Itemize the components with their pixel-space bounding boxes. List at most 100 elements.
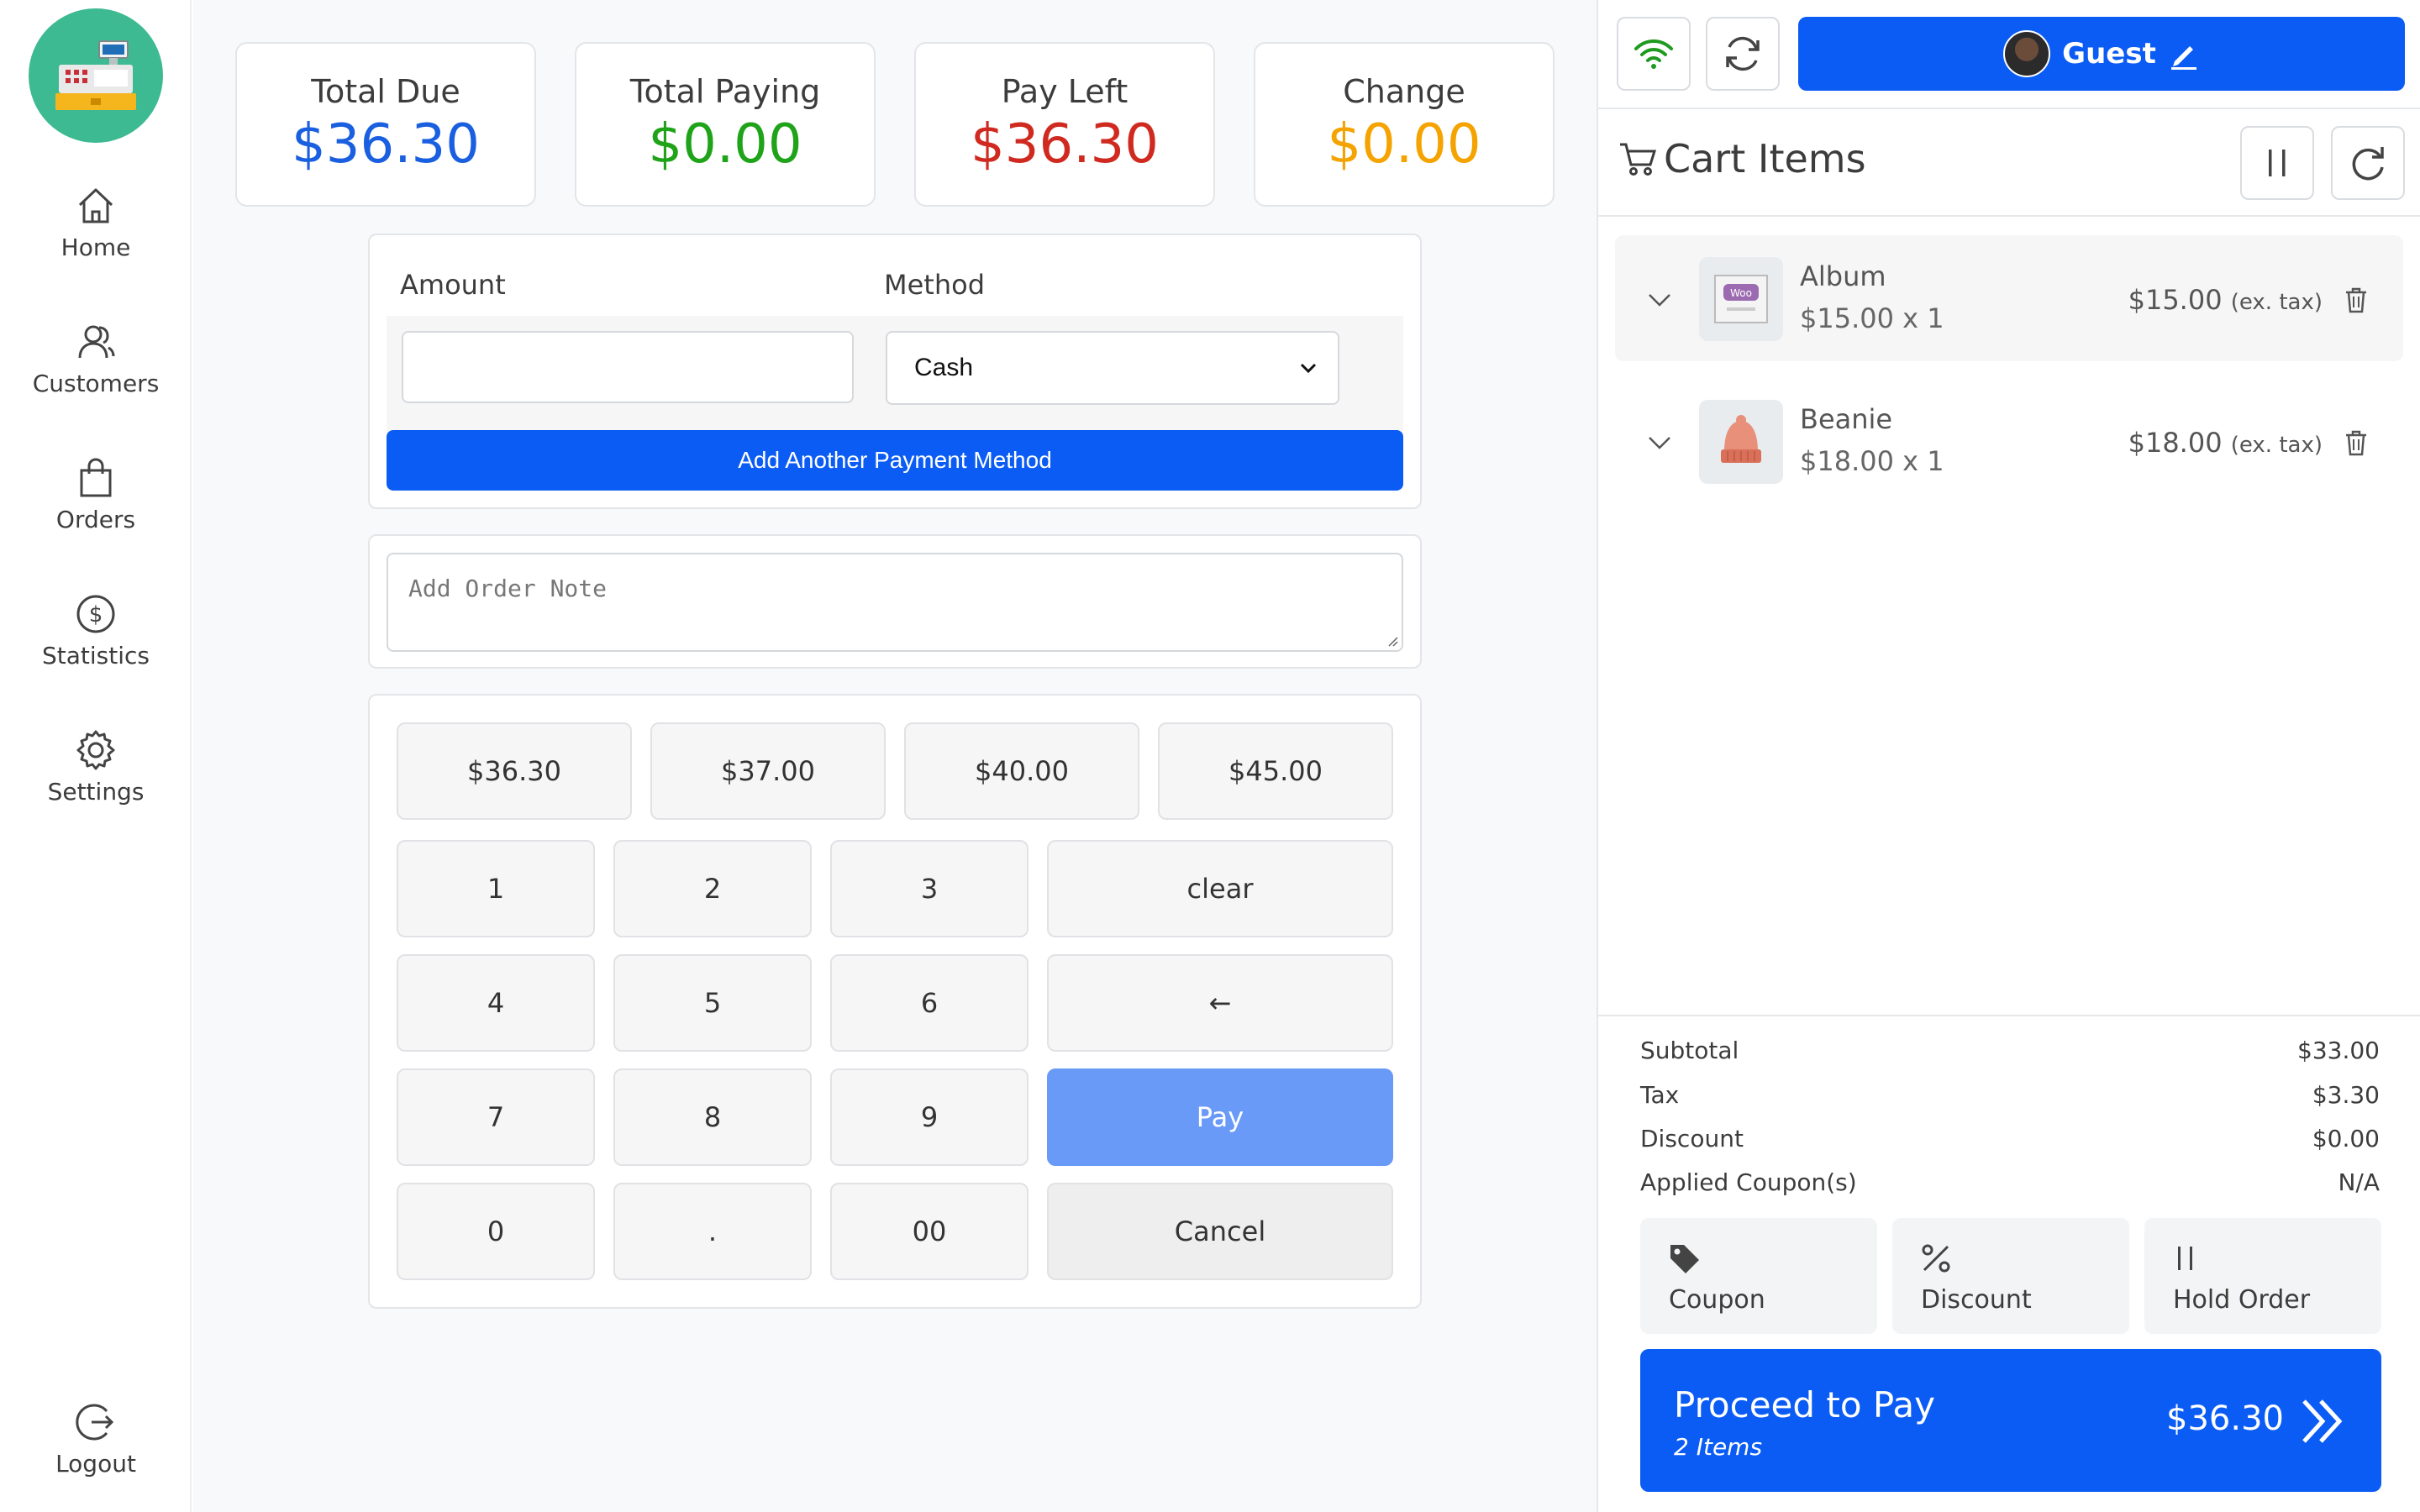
total-paying-label: Total Paying: [629, 73, 821, 110]
tax-value: $3.30: [2312, 1081, 2380, 1109]
change-label: Change: [1343, 73, 1465, 110]
nav-item-statistics[interactable]: $ Statistics: [0, 591, 192, 692]
key-1[interactable]: 1: [397, 840, 595, 937]
quick-amount-button[interactable]: $40.00: [904, 722, 1139, 820]
reset-cart-button[interactable]: [2331, 126, 2405, 200]
add-payment-method-button[interactable]: Add Another Payment Method: [387, 430, 1403, 491]
pencil-icon: [2170, 46, 2196, 70]
double-chevron-right-icon: [2302, 1399, 2343, 1443]
item-price: $15.00 (ex. tax): [2128, 284, 2323, 316]
item-quantity: $18.00 x 1: [1800, 445, 1944, 477]
subtotal-row: Subtotal $33.00: [1640, 1037, 2380, 1064]
payment-area: Total Due $36.30 Total Paying $0.00 Pay …: [193, 0, 1597, 1512]
amount-input[interactable]: [402, 331, 854, 403]
total-due-label: Total Due: [311, 73, 460, 110]
proceed-label: Proceed to Pay: [1674, 1384, 1935, 1425]
tax-row: Tax $3.30: [1640, 1081, 2380, 1109]
payment-row: Cash: [387, 316, 1403, 433]
key-4[interactable]: 4: [397, 954, 595, 1052]
nav-item-customers[interactable]: Customers: [0, 319, 192, 420]
method-label: Method: [884, 269, 986, 301]
trash-icon[interactable]: [2343, 428, 2370, 457]
trash-icon[interactable]: [2343, 286, 2370, 314]
key-6[interactable]: 6: [830, 954, 1028, 1052]
tag-icon: [1670, 1245, 1699, 1273]
logout-label: Logout: [55, 1450, 136, 1478]
resize-grip-icon[interactable]: [1385, 633, 1398, 647]
divider: [1598, 1015, 2420, 1016]
key-3[interactable]: 3: [830, 840, 1028, 937]
cancel-button[interactable]: Cancel: [1047, 1183, 1393, 1280]
nav-item-settings[interactable]: Settings: [0, 727, 192, 828]
cart-item[interactable]: Beanie $18.00 x 1 $18.00 (ex. tax): [1615, 378, 2403, 504]
nav-item-orders[interactable]: Orders: [0, 455, 192, 556]
proceed-amount: $36.30: [2166, 1399, 2284, 1438]
method-select[interactable]: Cash: [886, 331, 1339, 405]
nav-item-home[interactable]: Home: [0, 183, 192, 284]
order-note-panel: Add Order Note: [368, 534, 1422, 669]
sidebar: Home Customers Orders $ Statistics Setti…: [0, 0, 192, 1512]
divider: [1598, 108, 2420, 109]
cash-register-logo[interactable]: [29, 8, 163, 143]
quick-amount-button[interactable]: $45.00: [1158, 722, 1393, 820]
cart-icon: [1620, 143, 1657, 176]
divider: [1598, 215, 2420, 217]
logout-button[interactable]: Logout: [0, 1399, 192, 1500]
clear-button[interactable]: clear: [1047, 840, 1393, 937]
coupons-row: Applied Coupon(s) N/A: [1640, 1168, 2380, 1196]
chevron-down-icon[interactable]: [1647, 430, 1672, 455]
chevron-down-icon[interactable]: [1647, 287, 1672, 312]
beanie-image-icon: [1721, 415, 1761, 463]
change-card: Change $0.00: [1254, 42, 1555, 207]
backspace-button[interactable]: ←: [1047, 954, 1393, 1052]
coupons-label: Applied Coupon(s): [1640, 1168, 1857, 1196]
key-5[interactable]: 5: [613, 954, 812, 1052]
connection-button[interactable]: [1617, 17, 1691, 91]
discount-label: Discount: [1921, 1285, 2032, 1315]
sync-button[interactable]: [1706, 17, 1780, 91]
pay-left-value: $36.30: [971, 113, 1159, 176]
quick-amount-button[interactable]: $37.00: [650, 722, 886, 820]
hold-order-button[interactable]: Hold Order: [2144, 1218, 2381, 1334]
pause-icon: [2269, 150, 2286, 176]
customer-selector-button[interactable]: Guest: [1798, 17, 2405, 91]
key-8[interactable]: 8: [613, 1068, 812, 1166]
svg-text:Woo: Woo: [1730, 287, 1752, 299]
subtotal-label: Subtotal: [1640, 1037, 1739, 1064]
item-price-value: $15.00: [2128, 284, 2223, 316]
park-cart-button[interactable]: [2240, 126, 2314, 200]
tax-note: (ex. tax): [2230, 290, 2323, 315]
discount-button[interactable]: Discount: [1892, 1218, 2129, 1334]
coupon-label: Coupon: [1669, 1285, 1765, 1315]
tax-note: (ex. tax): [2230, 433, 2323, 458]
key-0[interactable]: 0: [397, 1183, 595, 1280]
hold-order-label: Hold Order: [2173, 1285, 2311, 1315]
key-double-zero[interactable]: 00: [830, 1183, 1028, 1280]
cart-panel: Guest Cart Items Woo Album $15.00 x 1 $1…: [1597, 0, 2420, 1512]
nav-label-orders: Orders: [55, 506, 136, 533]
proceed-to-pay-button[interactable]: Proceed to Pay 2 Items $36.30: [1640, 1349, 2381, 1492]
refresh-icon: [1726, 36, 1760, 71]
svg-text:$: $: [89, 602, 103, 627]
key-decimal[interactable]: .: [613, 1183, 812, 1280]
key-9[interactable]: 9: [830, 1068, 1028, 1166]
quick-amount-button[interactable]: $36.30: [397, 722, 632, 820]
pay-left-label: Pay Left: [1001, 73, 1128, 110]
coupon-button[interactable]: Coupon: [1640, 1218, 1877, 1334]
nav-label-home: Home: [60, 234, 131, 261]
change-value: $0.00: [1327, 113, 1481, 176]
logout-icon: [76, 1404, 114, 1441]
pay-left-card: Pay Left $36.30: [914, 42, 1215, 207]
item-price-value: $18.00: [2128, 427, 2223, 459]
reload-icon: [2352, 147, 2384, 181]
key-7[interactable]: 7: [397, 1068, 595, 1166]
pay-button[interactable]: Pay: [1047, 1068, 1393, 1166]
total-due-value: $36.30: [292, 113, 480, 176]
order-note-textarea[interactable]: Add Order Note: [387, 553, 1403, 652]
cash-register-icon: [55, 40, 136, 110]
wifi-icon: [1634, 39, 1673, 69]
users-icon: [78, 325, 115, 359]
cart-item[interactable]: Woo Album $15.00 x 1 $15.00 (ex. tax): [1615, 235, 2403, 361]
key-2[interactable]: 2: [613, 840, 812, 937]
percent-icon: [1922, 1244, 1950, 1273]
